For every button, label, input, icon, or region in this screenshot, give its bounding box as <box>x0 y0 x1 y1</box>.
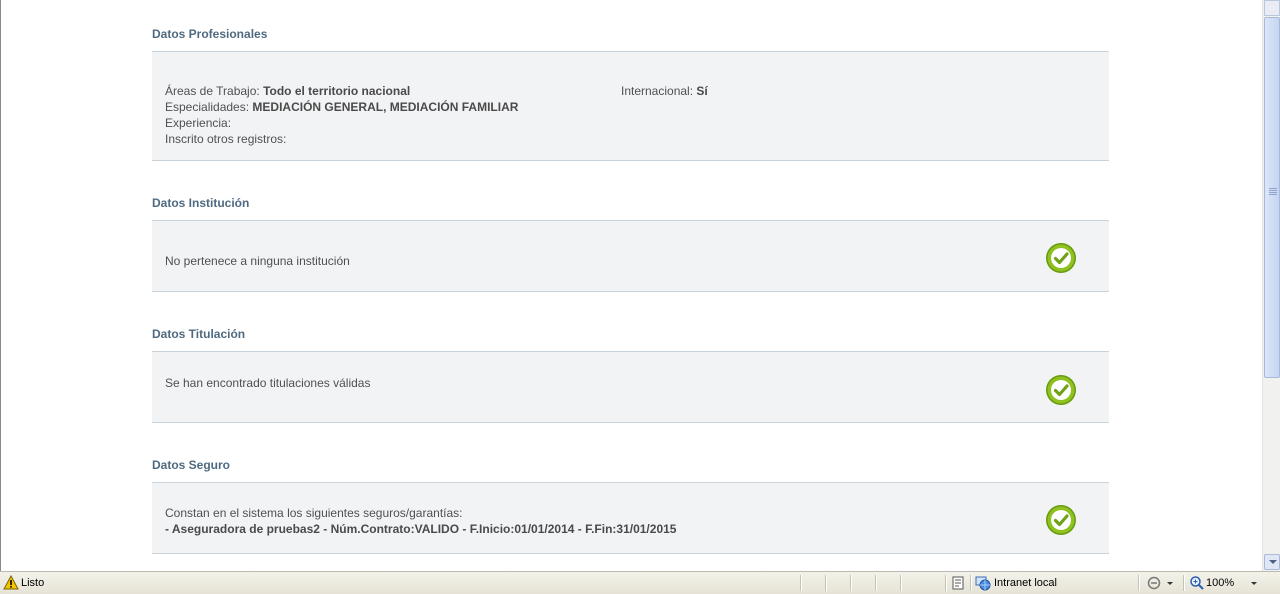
magnifier-icon[interactable] <box>1189 575 1205 591</box>
scroll-up-button[interactable] <box>1264 0 1280 16</box>
status-divider <box>825 575 826 591</box>
section-title-profesionales: Datos Profesionales <box>152 27 268 41</box>
scroll-thumb[interactable] <box>1264 17 1280 378</box>
status-divider <box>945 575 946 591</box>
especialidades-label: Especialidades: <box>165 100 250 114</box>
areas-trabajo-value: Todo el territorio nacional <box>263 84 411 98</box>
section-title-titulacion: Datos Titulación <box>152 327 246 341</box>
experiencia-label: Experiencia: <box>165 116 232 130</box>
status-text: Listo <box>21 577 45 589</box>
status-bar: Listo Intranet local 100% <box>0 571 1280 594</box>
scroll-down-button[interactable] <box>1264 554 1280 570</box>
chevron-down-icon[interactable] <box>1251 582 1257 585</box>
section-title-institucion: Datos Institución <box>152 196 250 210</box>
status-divider <box>850 575 851 591</box>
seguro-policy: - Aseguradora de pruebas2 - Núm.Contrato… <box>165 522 677 536</box>
inscrito-label: Inscrito otros registros: <box>165 132 287 146</box>
panel-seguro: Constan en el sistema los siguientes seg… <box>152 482 1109 554</box>
institucion-text: No pertenece a ninguna institución <box>165 254 350 268</box>
especialidades-row: Especialidades: MEDIACIÓN GENERAL, MEDIA… <box>165 100 518 114</box>
vertical-scrollbar[interactable] <box>1262 0 1280 571</box>
check-circle-icon <box>1046 243 1076 273</box>
internacional-row: Internacional: Sí <box>621 84 708 98</box>
chevron-down-icon[interactable] <box>1167 582 1173 585</box>
scroll-grip-icon <box>1269 188 1277 196</box>
status-divider <box>1138 575 1139 591</box>
zoom-level[interactable]: 100% <box>1206 577 1234 589</box>
especialidades-value: MEDIACIÓN GENERAL, MEDIACIÓN FAMILIAR <box>252 100 519 114</box>
titulacion-text: Se han encontrado titulaciones válidas <box>165 376 371 390</box>
globe-network-icon[interactable] <box>975 575 991 591</box>
areas-trabajo-row: Áreas de Trabajo: Todo el territorio nac… <box>165 84 410 98</box>
protected-mode-icon[interactable] <box>1146 575 1162 591</box>
seguro-intro: Constan en el sistema los siguientes seg… <box>165 506 463 520</box>
zone-text: Intranet local <box>994 577 1057 589</box>
panel-profesionales: Áreas de Trabajo: Todo el territorio nac… <box>152 51 1109 161</box>
check-circle-icon <box>1046 375 1076 405</box>
areas-trabajo-label: Áreas de Trabajo: <box>165 84 260 98</box>
status-divider <box>1183 575 1184 591</box>
status-divider <box>875 575 876 591</box>
status-divider <box>800 575 801 591</box>
check-circle-icon <box>1046 505 1076 535</box>
status-divider <box>900 575 901 591</box>
warning-icon[interactable] <box>3 575 19 591</box>
panel-titulacion: Se han encontrado titulaciones válidas <box>152 351 1109 423</box>
page-report-icon[interactable] <box>950 575 966 591</box>
panel-institucion: No pertenece a ninguna institución <box>152 220 1109 292</box>
internacional-label: Internacional: <box>621 84 694 98</box>
section-title-seguro: Datos Seguro <box>152 458 231 472</box>
browser-viewport: Datos Profesionales Áreas de Trabajo: To… <box>0 0 1262 571</box>
status-divider <box>970 575 971 591</box>
internacional-value: Sí <box>696 84 708 98</box>
